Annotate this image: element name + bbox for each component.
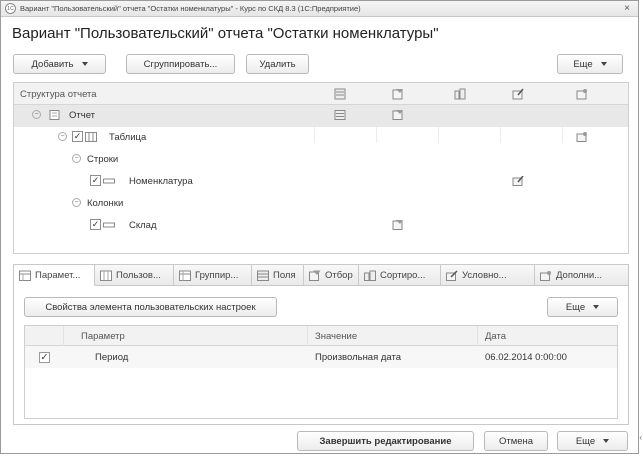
filter-icon[interactable] xyxy=(392,88,404,100)
column-header-param: Параметр xyxy=(81,331,125,342)
edge-mark: ‹ xyxy=(639,433,642,442)
add-button-label: Добавить xyxy=(31,58,74,70)
more-menu-button[interactable]: Еще xyxy=(557,54,623,74)
parameters-table[interactable]: Параметр Значение Дата ✓ Период Произвол… xyxy=(24,325,618,419)
group-button[interactable]: Сгруппировать... xyxy=(126,54,235,74)
finish-editing-label: Завершить редактирование xyxy=(319,435,452,447)
period-checkbox[interactable]: ✓ xyxy=(39,352,50,363)
tab-conditional[interactable]: Условно... xyxy=(441,264,535,286)
more-label: Еще xyxy=(573,58,593,70)
conditional-icon xyxy=(446,269,458,281)
fields-icon[interactable] xyxy=(334,88,346,100)
collapse-icon[interactable]: − xyxy=(58,132,67,141)
tab-label: Отбор xyxy=(325,269,353,281)
delete-button-label: Удалить xyxy=(259,58,296,70)
item-properties-label: Свойства элемента пользовательских настр… xyxy=(45,301,256,313)
1c-icon: 1C xyxy=(5,3,16,14)
delete-button[interactable]: Удалить xyxy=(246,54,309,74)
tab-label: Дополни... xyxy=(556,269,603,281)
window-title: Вариант "Пользовательский" отчета "Остат… xyxy=(20,4,361,13)
chevron-down-icon xyxy=(600,62,607,66)
tab-fields[interactable]: Поля xyxy=(252,264,304,286)
filter-icon xyxy=(309,270,321,281)
tab-additional[interactable]: Дополни... xyxy=(535,264,629,286)
tab-label: Пользов... xyxy=(116,269,161,281)
field-icon xyxy=(103,222,115,228)
tab-label: Поля xyxy=(273,269,296,281)
structure-header-title: Структура отчета xyxy=(20,89,97,100)
tab-filter[interactable]: Отбор xyxy=(304,264,359,286)
close-icon[interactable]: × xyxy=(624,3,630,14)
tree-label-rows: Строки xyxy=(87,154,119,165)
more-label: Еще xyxy=(565,301,586,313)
filter-icon[interactable] xyxy=(392,110,404,120)
tab-sort[interactable]: Сортиро... xyxy=(359,264,441,286)
table-row[interactable]: ✓ Период Произвольная дата 06.02.2014 0:… xyxy=(25,346,617,368)
user-fields-icon xyxy=(100,270,112,281)
tree-label-nomenclature: Номенклатура xyxy=(129,176,193,187)
column-header-date: Дата xyxy=(485,331,507,342)
nomenclature-checkbox[interactable]: ✓ xyxy=(90,175,101,186)
fields-icon xyxy=(257,270,269,281)
collapse-icon[interactable]: − xyxy=(72,198,81,207)
report-structure-tree[interactable]: Структура отчета − Отчет − ✓ Таблица − С… xyxy=(13,82,629,254)
tree-row-report[interactable]: − Отчет xyxy=(14,105,628,127)
collapse-icon[interactable]: − xyxy=(72,154,81,163)
item-properties-button[interactable]: Свойства элемента пользовательских настр… xyxy=(24,297,277,317)
grouping-icon xyxy=(179,270,191,281)
other-icon[interactable] xyxy=(576,132,588,142)
group-icon[interactable] xyxy=(454,88,466,100)
chevron-down-icon xyxy=(603,439,610,443)
title-bar: 1C Вариант "Пользовательский" отчета "Ос… xyxy=(1,1,638,17)
tab-label: Условно... xyxy=(462,269,507,281)
field-icon xyxy=(103,178,115,184)
tree-row-warehouse[interactable]: ✓ Склад xyxy=(14,215,628,237)
chevron-down-icon xyxy=(81,62,88,66)
table-icon xyxy=(85,132,97,142)
tree-label-report: Отчет xyxy=(69,110,96,121)
collapse-icon[interactable]: − xyxy=(32,110,41,119)
other-icon[interactable] xyxy=(576,88,588,100)
structure-header: Структура отчета xyxy=(14,83,628,105)
tab-label: Парамет... xyxy=(35,269,81,281)
sort-icon xyxy=(364,270,376,281)
chevron-down-icon xyxy=(593,305,600,309)
parameters-table-header: Параметр Значение Дата xyxy=(25,326,617,368)
page-title: Вариант "Пользовательский" отчета "Остат… xyxy=(12,25,439,42)
footer-more-button[interactable]: Еще xyxy=(557,431,628,451)
tree-row-table[interactable]: − ✓ Таблица xyxy=(14,127,628,149)
warehouse-checkbox[interactable]: ✓ xyxy=(90,219,101,230)
conditional-icon[interactable] xyxy=(512,88,524,100)
tree-row-rows[interactable]: − Строки xyxy=(14,149,628,171)
report-icon xyxy=(49,110,60,120)
table-checkbox[interactable]: ✓ xyxy=(72,131,83,142)
conditional-icon[interactable] xyxy=(512,176,524,186)
tree-label-table: Таблица xyxy=(109,132,147,143)
filter-icon[interactable] xyxy=(392,220,404,230)
fields-icon[interactable] xyxy=(334,110,346,120)
add-button[interactable]: Добавить xyxy=(13,54,106,74)
finish-editing-button[interactable]: Завершить редактирование xyxy=(297,431,474,451)
tree-row-nomenclature[interactable]: ✓ Номенклатура xyxy=(14,171,628,193)
cancel-label: Отмена xyxy=(498,435,534,447)
tree-label-warehouse: Склад xyxy=(129,220,157,231)
tab-grouping[interactable]: Группир... xyxy=(174,264,252,286)
group-button-label: Сгруппировать... xyxy=(143,58,218,70)
additional-icon xyxy=(540,270,551,281)
settings-tabs: Парамет... Пользов... Группир... Поля От… xyxy=(13,264,629,286)
cell-value[interactable]: Произвольная дата xyxy=(315,352,401,363)
tab-user-fields[interactable]: Пользов... xyxy=(95,264,174,286)
tab-label: Сортиро... xyxy=(380,269,426,281)
tab-parameters[interactable]: Парамет... xyxy=(13,264,95,286)
cell-date[interactable]: 06.02.2014 0:00:00 xyxy=(485,352,567,363)
parameters-icon xyxy=(19,270,31,281)
tab-label: Группир... xyxy=(195,269,239,281)
column-header-value: Значение xyxy=(315,331,358,342)
tree-label-columns: Колонки xyxy=(87,198,124,209)
cancel-button[interactable]: Отмена xyxy=(484,431,548,451)
tree-row-columns[interactable]: − Колонки xyxy=(14,193,628,215)
params-more-button[interactable]: Еще xyxy=(547,297,618,317)
more-label: Еще xyxy=(575,435,596,447)
cell-param: Период xyxy=(95,352,129,363)
